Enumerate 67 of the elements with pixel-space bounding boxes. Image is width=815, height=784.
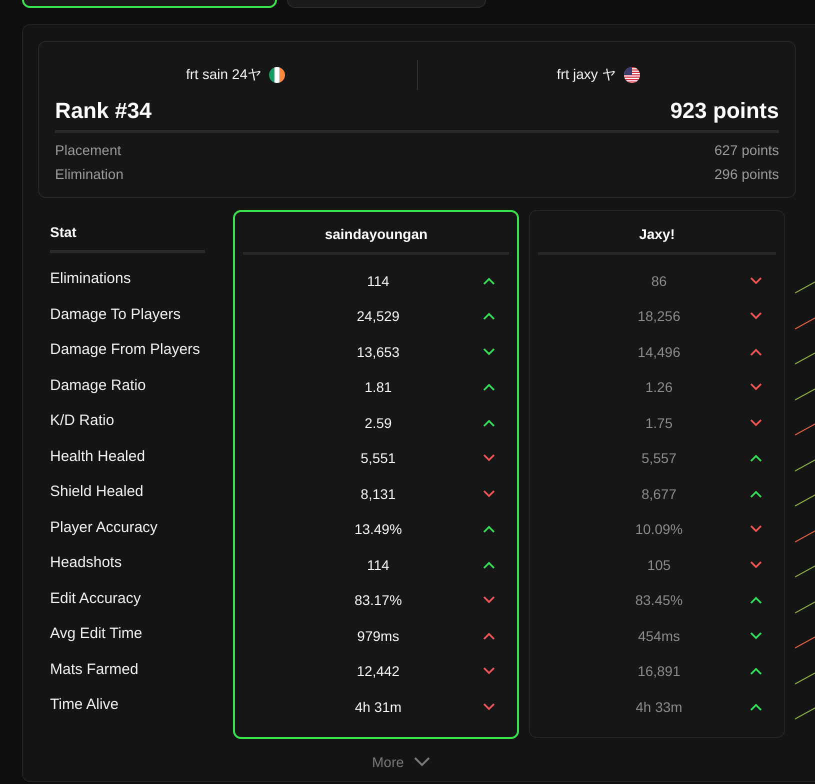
sparkline-drawing (795, 458, 815, 472)
stat-value: 8,677 (640, 486, 678, 502)
stat-value: 4h 33m (634, 698, 684, 715)
stat-value: 16,891 (636, 663, 682, 680)
stat-value: 13.49% (353, 521, 403, 538)
sparkline-drawing (795, 670, 815, 684)
stat-label: K/D Ratio (50, 411, 116, 431)
stat-value: 4h 31m (354, 698, 403, 715)
stat-heading: Stat (50, 224, 206, 253)
sparkline-drawing (795, 600, 815, 614)
stat-value: 1.81 (364, 379, 393, 396)
sparkline-drawing (795, 635, 815, 649)
stat-label: Headshots (50, 553, 123, 573)
stat-label: Eliminations (50, 269, 132, 289)
stat-label: Health Healed (50, 446, 146, 466)
sparkline-drawing (795, 386, 815, 400)
stat-value: 86 (650, 272, 668, 289)
stat-value: 2.59 (364, 414, 393, 431)
player-heading: Jaxy! (538, 226, 776, 255)
stat-value: 1.26 (644, 379, 674, 396)
player-name: frt jaxy ヤ (556, 66, 616, 84)
total-points: 923 points (670, 98, 779, 124)
sparkline-drawing (795, 564, 815, 578)
stat-value: 5,551 (360, 450, 397, 466)
sparkline-drawing (795, 351, 815, 365)
stat-label: Time Alive (50, 695, 120, 715)
stat-value: 979ms (356, 628, 400, 644)
stat-value: 83.45% (634, 592, 684, 608)
more-button[interactable]: More (366, 752, 436, 770)
stat-value: 114 (366, 556, 390, 573)
stat-value: 14,496 (636, 344, 682, 360)
points-value: 627 points (714, 141, 779, 160)
player-name: frt sain 24ヤ (186, 66, 262, 84)
stat-value: 454ms (636, 628, 681, 644)
stat-value: 10.09% (634, 521, 684, 538)
stat-value: 12,442 (356, 663, 401, 680)
stat-value: 8,131 (360, 486, 397, 502)
stat-value: 5,557 (640, 450, 678, 466)
points-label: Elimination (55, 165, 124, 184)
stat-value: 83.17% (353, 592, 403, 608)
stat-label: Damage Ratio (50, 376, 147, 396)
stat-label: Shield Healed (50, 482, 144, 502)
sparkline-drawing (795, 280, 815, 294)
points-value: 296 points (714, 165, 779, 184)
stat-value: 13,653 (356, 344, 401, 360)
stat-value: 1.75 (644, 414, 674, 431)
chevron-down-icon (414, 756, 430, 766)
sparkline-drawing (795, 316, 815, 330)
stat-label: Edit Accuracy (50, 588, 142, 608)
stat-label: Mats Farmed (50, 660, 140, 680)
sparkline-drawing (795, 493, 815, 507)
stat-label: Avg Edit Time (50, 624, 144, 644)
stat-label: Damage To Players (50, 304, 182, 324)
points-label: Placement (55, 141, 122, 160)
flag-icon (269, 67, 286, 83)
player-heading: saindayoungan (243, 226, 509, 255)
stat-value: 114 (366, 272, 390, 289)
flag-icon (624, 67, 640, 83)
stat-value: 18,256 (636, 308, 682, 324)
sparkline-drawing (795, 706, 815, 720)
stat-label: Player Accuracy (50, 518, 159, 538)
stat-value: 24,529 (356, 308, 401, 324)
stat-value: 105 (646, 556, 672, 573)
rank: Rank #34 (55, 98, 152, 124)
sparkline-drawing (795, 528, 815, 542)
stat-label: Damage From Players (50, 340, 202, 360)
sparkline-drawing (795, 422, 815, 436)
